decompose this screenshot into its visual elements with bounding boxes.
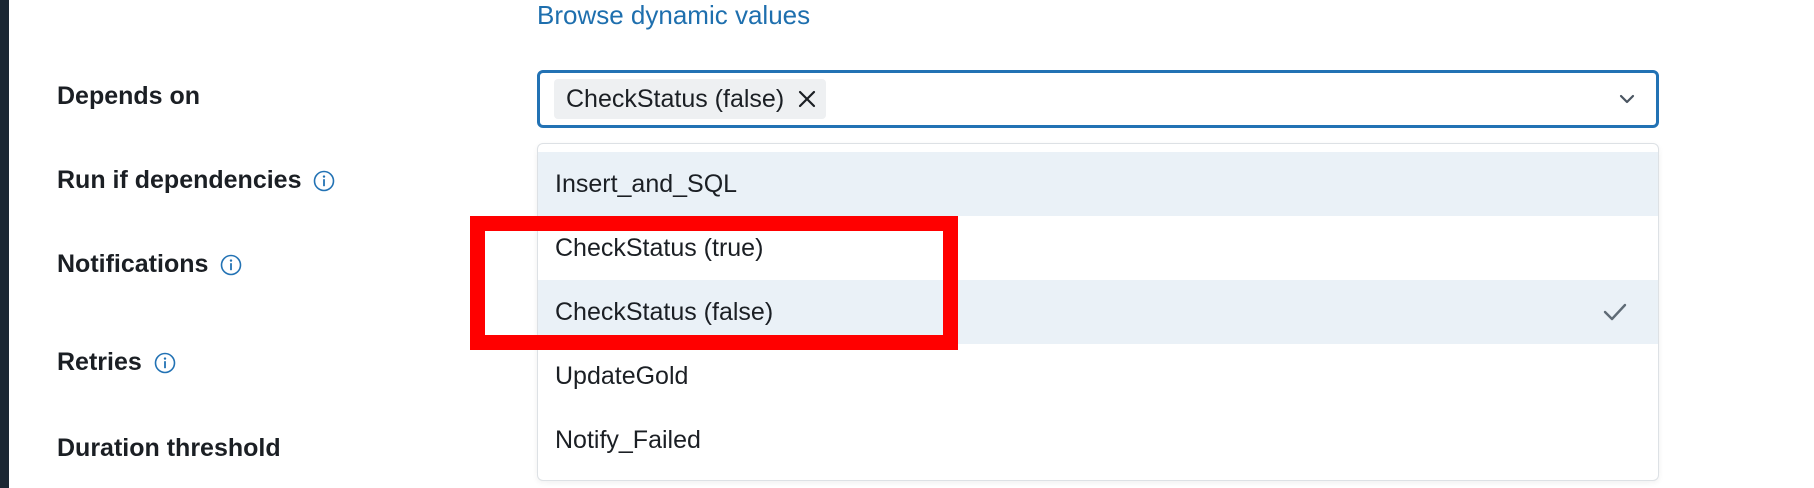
option-checkstatus-true[interactable]: CheckStatus (true) [538, 216, 1658, 280]
option-updategold[interactable]: UpdateGold [538, 344, 1658, 408]
option-label: Notify_Failed [555, 425, 701, 454]
option-checkstatus-false[interactable]: CheckStatus (false) [538, 280, 1658, 344]
info-icon[interactable] [154, 352, 176, 374]
option-label: Insert_and_SQL [555, 169, 738, 198]
info-icon[interactable] [313, 170, 335, 192]
check-icon [1603, 303, 1627, 321]
retries-label: Retries [57, 348, 176, 377]
depends-on-label: Depends on [57, 82, 200, 111]
chip-label: CheckStatus (false) [566, 84, 785, 113]
option-label: CheckStatus (false) [555, 297, 774, 326]
option-label: CheckStatus (true) [555, 233, 764, 262]
left-edge-bar [0, 0, 9, 488]
info-icon[interactable] [220, 254, 242, 276]
option-label: UpdateGold [555, 361, 689, 390]
option-insert-and-sql[interactable]: Insert_and_SQL [538, 152, 1658, 216]
run-if-dependencies-label-text: Run if dependencies [57, 166, 302, 194]
run-if-dependencies-label: Run if dependencies [57, 166, 335, 195]
depends-on-select[interactable]: CheckStatus (false) [537, 70, 1659, 128]
task-settings-panel: Browse dynamic values Depends on Run if … [0, 0, 1814, 488]
close-icon[interactable] [796, 88, 818, 110]
dependency-options-dropdown: Insert_and_SQL CheckStatus (true) CheckS… [537, 143, 1659, 481]
option-notify-failed[interactable]: Notify_Failed [538, 408, 1658, 472]
notifications-label-text: Notifications [57, 250, 209, 278]
depends-on-label-text: Depends on [57, 82, 201, 110]
notifications-label: Notifications [57, 250, 242, 279]
retries-label-text: Retries [57, 348, 142, 376]
browse-dynamic-values-link[interactable]: Browse dynamic values [537, 0, 810, 31]
selected-dependency-chip: CheckStatus (false) [554, 79, 827, 119]
chevron-down-icon[interactable] [1616, 88, 1638, 110]
duration-threshold-label: Duration threshold [57, 434, 281, 463]
duration-threshold-label-text: Duration threshold [57, 434, 281, 462]
